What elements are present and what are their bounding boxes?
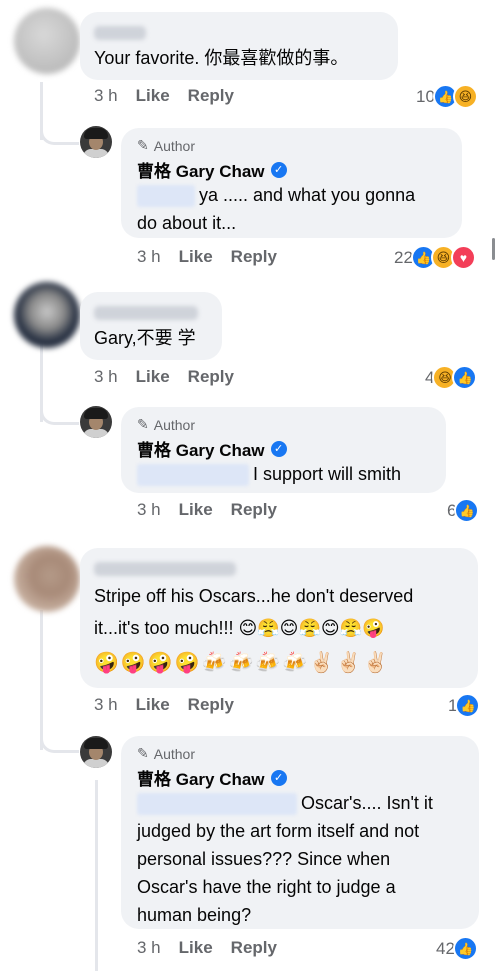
avatar[interactable] [14,8,80,74]
like-button[interactable]: Like [179,938,213,958]
mention-tag[interactable] [137,185,195,208]
author-badge: ✎ Author [137,416,195,433]
reaction-summary[interactable]: 6 👍 [447,498,480,523]
avatar[interactable] [14,546,80,612]
like-reaction-icon: 👍 [452,936,478,961]
comment-time[interactable]: 3 h [137,500,161,520]
like-button[interactable]: Like [179,500,213,520]
commenter-name[interactable] [94,24,146,42]
commenter-name[interactable]: 曹格 Gary Chaw ✓ [137,436,287,461]
like-reaction-icon: 👍 [452,365,478,390]
comment-text: Gary,不要 学 [94,328,196,348]
reaction-summary[interactable]: 10 👍 😆 [416,84,478,109]
avatar[interactable] [14,282,80,348]
verified-badge-icon: ✓ [270,440,287,457]
reaction-summary[interactable]: 42 👍 [436,936,478,961]
love-reaction-icon: ♥ [450,245,476,270]
verified-badge-icon: ✓ [270,161,287,178]
author-badge: ✎ Author [137,137,195,154]
author-avatar[interactable] [80,406,112,438]
comment-text: I support will smith [137,460,401,488]
commenter-name[interactable] [94,304,198,322]
comment-time[interactable]: 3 h [137,247,161,267]
like-button[interactable]: Like [179,247,213,267]
comment-actions: 3 h Like Reply [94,86,234,106]
haha-reaction-icon: 😆 [452,84,478,109]
comment-bubble: ✎ Author 曹格 Gary Chaw ✓ Oscar's.... Isn'… [121,736,479,929]
reply-button[interactable]: Reply [231,938,277,958]
thread-line [40,610,43,750]
author-avatar[interactable] [80,736,112,768]
reply-button[interactable]: Reply [188,695,234,715]
comment-time[interactable]: 3 h [94,695,118,715]
emoji-sequence: 🤪🤪🤪🤪🍻🍻🍻🍻✌🏻✌🏻✌🏻 [94,652,390,674]
comment-actions: 3 h Like Reply [137,247,277,267]
comment-bubble: Gary,不要 学 [80,292,222,360]
mention-tag[interactable] [137,464,249,487]
thread-connector [40,122,79,145]
thread-connector [40,402,79,425]
pencil-icon: ✎ [137,745,149,761]
comment-bubble: ✎ Author 曹格 Gary Chaw ✓ ya ..... and wha… [121,128,462,238]
comment-text: Stripe off his Oscars...he don't deserve… [94,586,414,638]
reply-button[interactable]: Reply [231,247,277,267]
reply-button[interactable]: Reply [188,86,234,106]
verified-badge-icon: ✓ [270,769,287,786]
thread-line [95,780,98,971]
emoji-sequence: 😊😤😊😤😊😤🤪 [238,618,385,638]
like-reaction-icon: 👍 [454,498,480,523]
commenter-name[interactable] [94,560,236,578]
comment-time[interactable]: 3 h [137,938,161,958]
comment-bubble: ✎ Author 曹格 Gary Chaw ✓ I support will s… [121,407,446,493]
commenter-name[interactable]: 曹格 Gary Chaw ✓ [137,765,287,790]
like-button[interactable]: Like [136,86,170,106]
commenter-name[interactable]: 曹格 Gary Chaw ✓ [137,157,287,182]
comment-text: Oscar's.... Isn't it judged by the art f… [137,793,433,925]
comment-actions: 3 h Like Reply [94,367,234,387]
like-button[interactable]: Like [136,695,170,715]
reaction-summary[interactable]: 1 👍 [448,693,481,718]
comment-text: ya ..... and what you gonna do about it.… [137,185,416,233]
author-badge: ✎ Author [137,745,195,762]
comment-time[interactable]: 3 h [94,367,118,387]
thread-connector [40,730,79,753]
like-reaction-icon: 👍 [455,693,481,718]
comment-text: Your favorite. 你最喜歡做的事。 [94,48,349,68]
comment-actions: 3 h Like Reply [94,695,234,715]
comment-time[interactable]: 3 h [94,86,118,106]
reply-button[interactable]: Reply [188,367,234,387]
author-avatar[interactable] [80,126,112,158]
comment-bubble: Stripe off his Oscars...he don't deserve… [80,548,478,688]
pencil-icon: ✎ [137,137,149,153]
reaction-summary[interactable]: 22 👍 😆 ♥ [394,245,476,270]
reaction-summary[interactable]: 4 😆 👍 [425,365,478,390]
scrollbar[interactable] [492,238,495,260]
reply-button[interactable]: Reply [231,500,277,520]
pencil-icon: ✎ [137,416,149,432]
mention-tag[interactable] [137,793,297,816]
comment-bubble: Your favorite. 你最喜歡做的事。 [80,12,398,80]
like-button[interactable]: Like [136,367,170,387]
comment-actions: 3 h Like Reply [137,500,277,520]
comment-actions: 3 h Like Reply [137,938,277,958]
